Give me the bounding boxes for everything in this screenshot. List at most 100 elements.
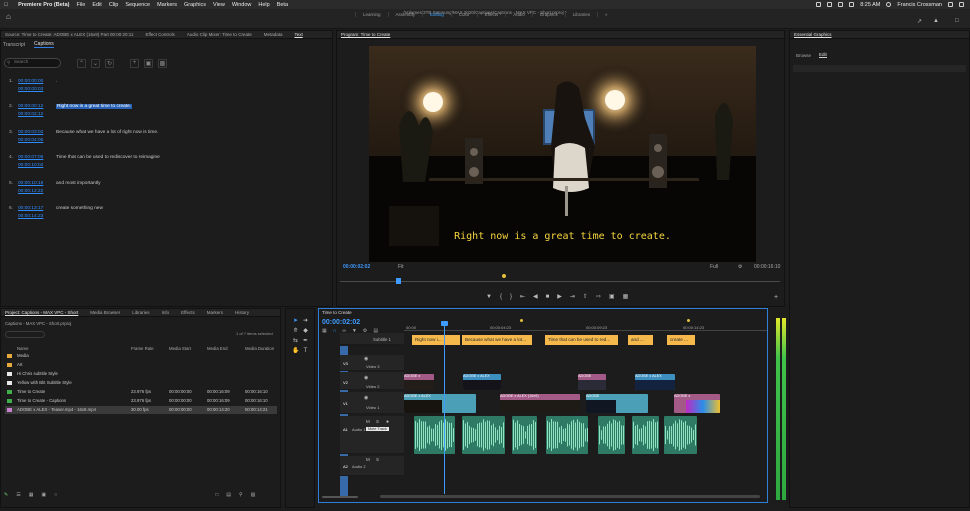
eg-title[interactable]: Essential Graphics <box>794 32 832 37</box>
wifi-icon[interactable] <box>838 2 844 7</box>
track-select-icon[interactable]: ➜ <box>302 318 309 325</box>
find-icon[interactable]: ⚲ <box>239 492 243 498</box>
icon-view-icon[interactable]: ▦ <box>29 492 34 498</box>
audio-clip[interactable] <box>462 416 505 454</box>
extract-icon[interactable]: ⇨ <box>596 293 601 300</box>
video-clip[interactable]: ADOBE x ALEX (16x9) <box>500 394 580 413</box>
menu-list-icon[interactable] <box>959 2 964 7</box>
col-frame-rate[interactable]: Frame Rate <box>131 346 154 351</box>
trash-icon[interactable]: ▧ <box>251 492 256 498</box>
project-item[interactable]: Time to Create 23.976 fps 00:00:00:00 00:00… <box>5 388 277 396</box>
tab-learning[interactable]: Learning <box>355 12 388 17</box>
project-search-input[interactable] <box>5 331 45 338</box>
tab-project[interactable]: Project: Captions - MAX VPC - Short <box>5 310 78 315</box>
label-color-swatch[interactable] <box>7 353 12 358</box>
caption-row[interactable]: 2. 00:00:00:12 00:00:02:12 Right now is a g… <box>0 104 333 122</box>
marker-icon[interactable] <box>502 274 506 278</box>
caption-text[interactable]: Because what we have a lot of right now … <box>56 130 158 135</box>
eye-icon[interactable]: ◉ <box>364 395 368 401</box>
tab-source[interactable]: Source: Time to Create: ADOBE x ALEX (16… <box>5 32 133 37</box>
tab-info[interactable]: Info <box>162 310 170 315</box>
caption-row[interactable]: 6. 00:00:13:17 00:00:14:23 create something… <box>0 206 333 224</box>
comparison-view-icon[interactable]: ▦ <box>623 293 629 300</box>
tab-markers[interactable]: Markers <box>207 310 223 315</box>
search-icon[interactable] <box>948 2 953 7</box>
audio-clip[interactable] <box>664 416 697 454</box>
label-color-swatch[interactable] <box>7 389 12 394</box>
tab-captions[interactable]: Captions <box>34 41 54 48</box>
caption-clip[interactable]: Because what we have a lot... <box>462 335 532 345</box>
wrench-icon[interactable]: ⚙ <box>738 264 742 270</box>
new-item-icon[interactable]: ▤ <box>226 492 231 498</box>
video-clip[interactable]: ADOBE <box>586 394 648 413</box>
tab-audio[interactable]: Audio <box>505 12 532 17</box>
caption-out-timecode[interactable]: 00:00:10:02 <box>18 162 43 170</box>
tab-effect-controls[interactable]: Effect Controls <box>145 32 174 37</box>
video-clip[interactable]: ADOBE x ALEX <box>463 374 501 390</box>
zoom-slider-icon[interactable]: ○ <box>54 492 57 498</box>
battery-icon[interactable] <box>849 2 855 7</box>
menu-view[interactable]: View <box>213 2 225 8</box>
caption-row[interactable]: 5. 00:00:10:18 00:00:12:22 and most importa… <box>0 181 333 199</box>
audio-clip[interactable] <box>414 416 455 454</box>
menu-help[interactable]: Help <box>258 2 269 8</box>
caption-text[interactable]: create something new <box>56 206 103 211</box>
label-color-swatch[interactable] <box>7 398 12 403</box>
menu-clip[interactable]: Clip <box>109 2 118 8</box>
next-caption-button[interactable]: ⌄ <box>91 58 100 68</box>
home-icon[interactable]: ⌂ <box>6 12 11 21</box>
status-icon[interactable] <box>816 2 822 7</box>
mute-button[interactable]: M <box>366 419 370 424</box>
caption-in-timecode[interactable]: 00:00:00:00 <box>18 78 43 86</box>
project-item[interactable]: Yellow with Bkt Subtitle Style <box>5 379 277 387</box>
mark-out-icon[interactable]: } <box>510 294 512 300</box>
split-caption-button[interactable]: ▣ <box>144 58 153 68</box>
quick-export-icon[interactable]: ▲ <box>933 18 939 24</box>
menu-beta[interactable]: Beta <box>277 2 288 8</box>
track-a2-target[interactable]: A2 <box>343 464 348 469</box>
caption-row[interactable]: 1. 00:00:00:00 00:00:00:03. <box>0 79 333 97</box>
audio-clip[interactable] <box>598 416 625 454</box>
timeline-ruler[interactable]: 00:00 00:00:04:23 00:00:09:23 00:00:14:2… <box>404 319 767 331</box>
add-caption-button[interactable]: + <box>130 58 139 68</box>
caption-clip[interactable]: and ... <box>628 335 653 345</box>
tab-history[interactable]: History <box>235 310 249 315</box>
more-workspaces-icon[interactable]: » <box>597 12 615 17</box>
stop-icon[interactable]: ■ <box>546 294 550 300</box>
video-clip[interactable]: ADOBE x ALEX <box>404 394 476 413</box>
timeline-scrollbar[interactable] <box>320 494 765 500</box>
caption-out-timecode[interactable]: 00:00:02:12 <box>18 111 43 119</box>
tab-text[interactable]: Text <box>294 32 302 37</box>
audio-clip[interactable] <box>546 416 588 454</box>
pen-icon[interactable]: ✒ <box>302 338 309 345</box>
menu-edit[interactable]: Edit <box>92 2 101 8</box>
caption-clip[interactable]: create ... <box>667 335 695 345</box>
list-view-icon[interactable]: ☰ <box>16 492 20 498</box>
video-clip[interactable]: ADOBE x <box>404 374 434 390</box>
program-playhead[interactable] <box>396 278 401 284</box>
tab-color[interactable]: Color <box>450 12 477 17</box>
solo-button[interactable]: S <box>376 457 379 462</box>
add-marker-icon[interactable]: ▼ <box>486 294 492 300</box>
caption-in-timecode[interactable]: 00:00:00:12 <box>18 103 43 111</box>
microphone-icon[interactable]: ● <box>386 419 389 425</box>
export-frame-icon[interactable]: ▣ <box>609 293 615 300</box>
caption-clip[interactable]: Right now i... <box>412 335 460 345</box>
menu-graphics[interactable]: Graphics <box>184 2 206 8</box>
video-clip[interactable]: ADOBE <box>578 374 606 390</box>
project-item[interactable]: Media <box>5 352 277 360</box>
project-item[interactable]: Hi Chris subtitle Style <box>5 370 277 378</box>
track-v1-target[interactable]: V1 <box>343 401 348 406</box>
go-to-out-icon[interactable]: ⇥ <box>570 293 575 300</box>
marker-icon[interactable] <box>687 319 690 322</box>
solo-button[interactable]: S <box>376 419 379 424</box>
video-clip[interactable]: ADOBE x ALEX <box>635 374 675 390</box>
marker-icon[interactable] <box>520 319 523 322</box>
tab-editing[interactable]: Editing <box>422 12 451 17</box>
tab-transcript[interactable]: Transcript <box>3 42 25 48</box>
label-color-swatch[interactable] <box>7 371 12 376</box>
caption-search-input[interactable]: ⚲ Search <box>4 58 61 68</box>
caption-out-timecode[interactable]: 00:00:12:22 <box>18 188 43 196</box>
tab-edit[interactable]: Edit <box>819 52 827 58</box>
clock[interactable]: 8:25 AM <box>860 2 880 8</box>
